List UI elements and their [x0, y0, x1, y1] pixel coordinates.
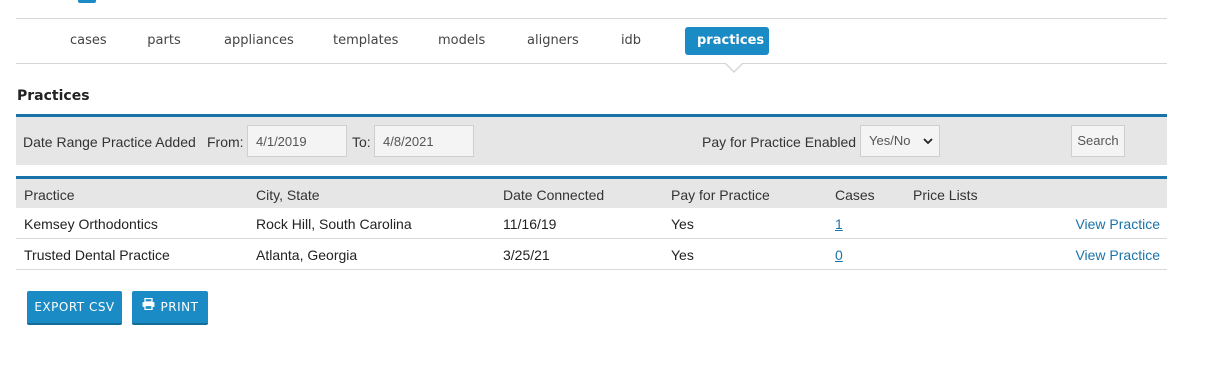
header-pay-for-practice: Pay for Practice	[671, 187, 770, 203]
pay-for-practice: Yes	[671, 247, 694, 263]
practice-name: Kemsey Orthodontics	[24, 216, 158, 232]
chevron-down-icon	[923, 126, 933, 168]
active-tab-indicator	[724, 62, 744, 73]
tab-cases[interactable]: cases	[70, 27, 107, 55]
tab-appliances[interactable]: appliances	[224, 27, 294, 55]
to-date-input[interactable]	[374, 125, 474, 157]
table-row: Kemsey Orthodontics Rock Hill, South Car…	[16, 208, 1167, 239]
header-cases: Cases	[835, 187, 875, 203]
view-practice-link[interactable]: View Practice	[1075, 247, 1160, 263]
tab-parts[interactable]: parts	[147, 27, 181, 55]
print-icon	[142, 290, 155, 322]
from-date-input[interactable]	[247, 125, 347, 157]
cases-count-link[interactable]: 0	[835, 247, 843, 263]
header-price-lists: Price Lists	[913, 187, 978, 203]
print-button[interactable]: PRINT	[132, 291, 208, 325]
print-label: PRINT	[160, 300, 199, 314]
date-range-label: Date Range Practice Added	[23, 134, 196, 150]
filter-bar: Date Range Practice Added From: To: Pay …	[16, 114, 1167, 165]
date-connected: 11/16/19	[503, 216, 557, 232]
pay-for-practice: Yes	[671, 216, 694, 232]
header-date-connected: Date Connected	[503, 187, 605, 203]
export-csv-button[interactable]: EXPORT CSV	[27, 291, 122, 325]
city-state: Atlanta, Georgia	[256, 247, 358, 263]
pay-select-value: Yes/No	[869, 133, 911, 148]
view-practice-link[interactable]: View Practice	[1075, 216, 1160, 232]
header-city-state: City, State	[256, 187, 320, 203]
to-label: To:	[352, 134, 371, 150]
tab-idb[interactable]: idb	[620, 27, 642, 55]
tab-templates[interactable]: templates	[333, 27, 398, 55]
table-row: Trusted Dental Practice Atlanta, Georgia…	[16, 239, 1167, 270]
tab-models[interactable]: models	[438, 27, 485, 55]
search-button[interactable]: Search	[1071, 125, 1125, 157]
table-header: Practice City, State Date Connected Pay …	[16, 176, 1167, 208]
practices-table: Practice City, State Date Connected Pay …	[16, 176, 1167, 270]
date-connected: 3/25/21	[503, 247, 550, 263]
nav-tabs: cases parts appliances templates models …	[16, 19, 1167, 64]
pay-for-practice-label: Pay for Practice Enabled	[702, 134, 857, 150]
city-state: Rock Hill, South Carolina	[256, 216, 412, 232]
cases-count-link[interactable]: 1	[835, 216, 843, 232]
pay-for-practice-select[interactable]: Yes/No	[860, 125, 940, 157]
header-accent-mark	[78, 0, 96, 3]
tab-aligners[interactable]: aligners	[527, 27, 579, 55]
tab-practices[interactable]: practices	[685, 27, 769, 55]
practice-name: Trusted Dental Practice	[24, 247, 170, 263]
page-title: Practices	[17, 88, 90, 104]
header-practice: Practice	[24, 187, 75, 203]
from-label: From:	[207, 134, 244, 150]
